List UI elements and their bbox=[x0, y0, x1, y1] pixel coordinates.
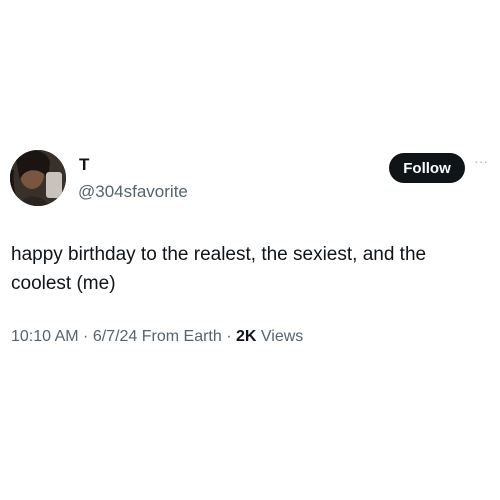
avatar[interactable] bbox=[10, 150, 66, 206]
page: T @304sfavorite Follow ··· happy birthda… bbox=[0, 0, 500, 500]
tweet-meta: 10:10 AM · 6/7/24 From Earth · 2K Views bbox=[11, 326, 303, 348]
tweet-source: From Earth bbox=[137, 328, 222, 345]
views-count[interactable]: 2K bbox=[236, 328, 256, 345]
follow-button[interactable]: Follow bbox=[389, 153, 465, 183]
tweet-text: happy birthday to the realest, the sexie… bbox=[11, 244, 427, 294]
tweet-time[interactable]: 10:10 AM bbox=[11, 328, 79, 345]
user-handle[interactable]: @304sfavorite bbox=[78, 181, 188, 203]
views-label: Views bbox=[256, 328, 304, 345]
more-options-icon[interactable]: ··· bbox=[474, 154, 494, 170]
avatar-image bbox=[10, 150, 66, 206]
meta-separator: · bbox=[78, 328, 93, 345]
display-name[interactable]: T bbox=[79, 155, 89, 175]
meta-separator: · bbox=[221, 328, 236, 345]
tweet-date[interactable]: 6/7/24 bbox=[93, 328, 137, 345]
